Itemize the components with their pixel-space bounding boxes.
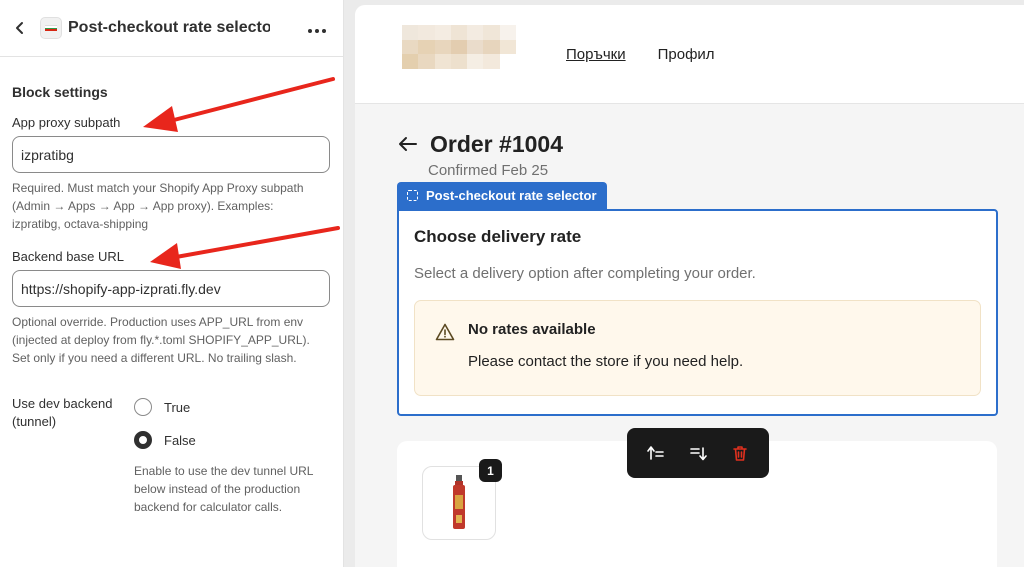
radio-true[interactable]: True xyxy=(134,397,314,417)
section-title: Block settings xyxy=(12,84,108,100)
radio-false[interactable]: False xyxy=(134,430,314,450)
no-rates-notice: No rates available Please contact the st… xyxy=(414,300,981,396)
radio-false-label: False xyxy=(164,432,196,448)
back-arrow-icon[interactable] xyxy=(398,132,418,158)
warning-icon xyxy=(435,323,455,341)
panel-header: Post-checkout rate selector xyxy=(0,0,343,57)
move-up-button[interactable] xyxy=(641,438,671,468)
order-header: Order #1004 Confirmed Feb 25 xyxy=(398,131,563,179)
radio-false-circle[interactable] xyxy=(134,431,152,449)
block-tag-label: Post-checkout rate selector xyxy=(426,188,597,203)
proxy-subpath-label: App proxy subpath xyxy=(12,115,121,130)
panel-title: Post-checkout rate selector xyxy=(68,19,270,36)
radio-true-label: True xyxy=(164,399,191,415)
store-header: Поръчки Профил xyxy=(355,5,1024,104)
rate-selector-block[interactable]: Choose delivery rate Select a delivery o… xyxy=(397,209,998,416)
dev-backend-setting: Use dev backend (tunnel) True False Enab… xyxy=(12,395,331,516)
trash-icon xyxy=(733,445,747,461)
radio-group: True False xyxy=(134,395,314,450)
block-description: Select a delivery option after completin… xyxy=(414,265,756,282)
delete-button[interactable] xyxy=(725,438,755,468)
settings-form: Block settings App proxy subpath izprati… xyxy=(0,84,343,516)
block-settings-panel: Post-checkout rate selector Block settin… xyxy=(0,0,344,567)
store-nav: Поръчки Профил xyxy=(566,46,715,63)
block-title: Choose delivery rate xyxy=(414,227,582,246)
selection-icon xyxy=(407,190,418,201)
store-logo[interactable] xyxy=(402,25,532,69)
dev-backend-label: Use dev backend (tunnel) xyxy=(12,396,113,429)
nav-profile-link[interactable]: Профил xyxy=(658,46,715,63)
more-actions-icon[interactable] xyxy=(307,17,327,40)
dev-backend-options: True False Enable to use the dev tunnel … xyxy=(134,395,314,516)
notice-text: Please contact the store if you need hel… xyxy=(468,353,744,370)
order-status: Confirmed Feb 25 xyxy=(428,162,549,179)
move-down-icon xyxy=(690,447,707,461)
backend-url-input[interactable]: https://shopify-app-izprati.fly.dev xyxy=(12,270,330,307)
nav-orders-link[interactable]: Поръчки xyxy=(566,46,626,63)
notice-title: No rates available xyxy=(468,321,596,338)
proxy-subpath-help: Required. Must match your Shopify App Pr… xyxy=(12,181,304,231)
app-flag-icon xyxy=(40,17,62,39)
perfume-bottle-icon xyxy=(453,475,465,529)
dev-backend-help: Enable to use the dev tunnel URL below i… xyxy=(134,464,314,514)
back-arrow-icon[interactable] xyxy=(10,18,30,38)
backend-url-help: Optional override. Production uses APP_U… xyxy=(12,315,310,365)
order-title-row: Order #1004 xyxy=(398,131,563,158)
move-up-icon xyxy=(647,446,664,460)
storefront-preview: Поръчки Профил Order #1004 Confirmed Feb… xyxy=(355,5,1024,567)
radio-true-circle[interactable] xyxy=(134,398,152,416)
order-title: Order #1004 xyxy=(430,131,563,157)
block-toolbar xyxy=(627,428,769,478)
backend-url-label: Backend base URL xyxy=(12,249,125,264)
proxy-subpath-input[interactable]: izpratibg xyxy=(12,136,330,173)
block-selection-tag[interactable]: Post-checkout rate selector xyxy=(397,182,607,209)
quantity-badge: 1 xyxy=(479,459,502,482)
move-down-button[interactable] xyxy=(683,438,713,468)
